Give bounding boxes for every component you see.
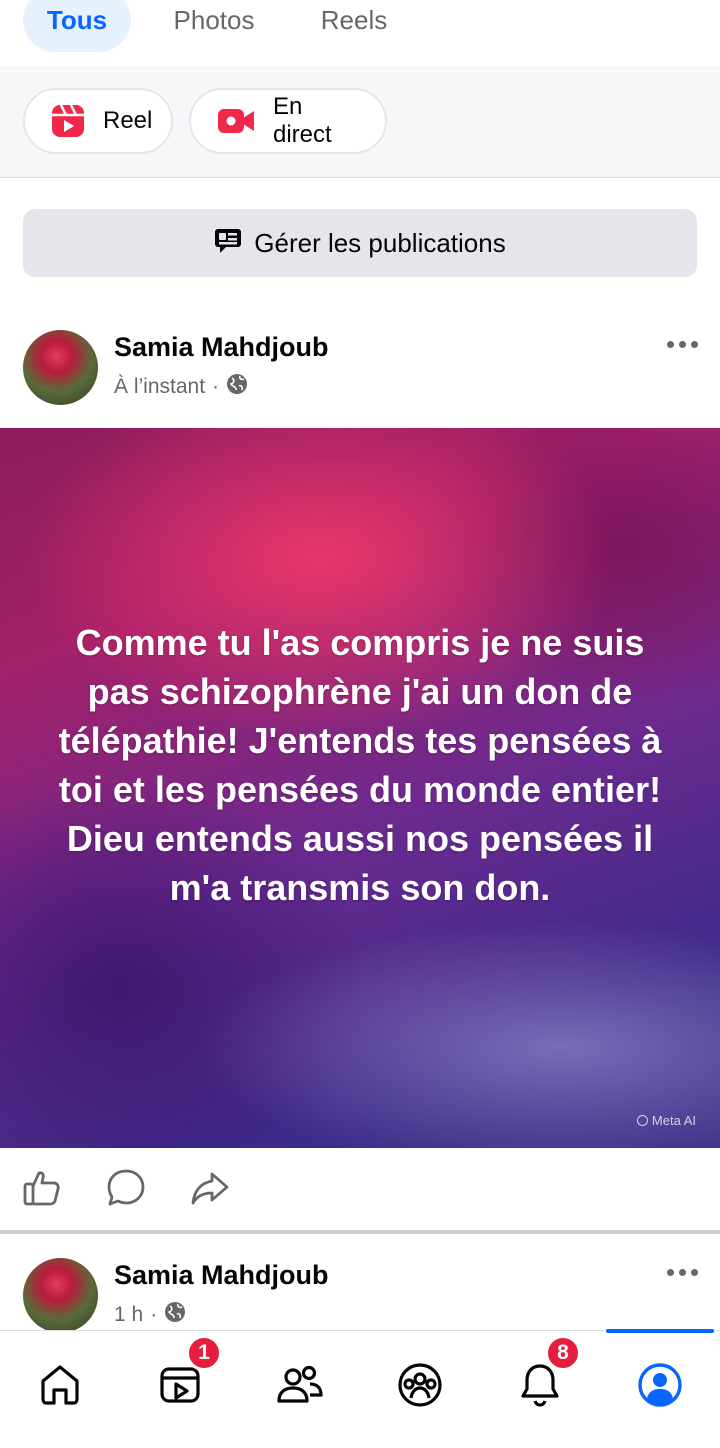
post-author[interactable]: Samia Mahdjoub <box>114 1260 329 1291</box>
groups-icon[interactable] <box>390 1355 450 1415</box>
post-actions <box>0 1148 720 1232</box>
comment-icon[interactable] <box>106 1168 146 1208</box>
friends-icon[interactable] <box>270 1355 330 1415</box>
like-icon[interactable] <box>22 1168 62 1208</box>
avatar[interactable] <box>23 330 98 405</box>
create-reel-button[interactable]: Reel <box>23 88 173 154</box>
active-tab-indicator <box>606 1329 714 1333</box>
tab-reels[interactable]: Reels <box>300 0 408 52</box>
tab-photos[interactable]: Photos <box>160 0 268 52</box>
create-bar: Reel En direct <box>0 66 720 178</box>
post-image[interactable]: Comme tu l'as compris je ne suis pas sch… <box>0 428 720 1148</box>
reel-icon <box>51 104 85 138</box>
go-live-button[interactable]: En direct <box>189 88 387 154</box>
create-reel-label: Reel <box>103 107 153 134</box>
globe-icon <box>164 1301 186 1329</box>
meta-separator: · <box>212 375 220 398</box>
notifications-badge: 8 <box>545 1335 581 1371</box>
share-icon[interactable] <box>190 1168 230 1208</box>
meta-ai-label: Meta AI <box>651 1113 696 1128</box>
post-options-button[interactable] <box>662 1262 702 1282</box>
globe-icon <box>226 373 248 401</box>
meta-separator: · <box>150 1303 158 1326</box>
post-options-button[interactable] <box>662 334 702 354</box>
post-time[interactable]: 1 h <box>114 1303 143 1327</box>
meta-ai-watermark: Meta AI <box>636 1113 696 1128</box>
bottom-nav: 1 8 <box>0 1329 720 1448</box>
avatar[interactable] <box>23 1258 98 1333</box>
post-header: Samia Mahdjoub 1 h · <box>0 1248 720 1338</box>
video-badge: 1 <box>186 1335 222 1371</box>
post-divider <box>0 1230 720 1234</box>
filter-tabs: Tous Photos Reels <box>0 0 720 66</box>
live-video-icon <box>217 106 255 136</box>
manage-posts-button[interactable]: Gérer les publications <box>23 209 697 277</box>
meta-ai-icon <box>636 1115 648 1126</box>
home-icon[interactable] <box>30 1355 90 1415</box>
profile-icon[interactable] <box>630 1355 690 1415</box>
post-meta: 1 h · <box>114 1301 186 1329</box>
post-author[interactable]: Samia Mahdjoub <box>114 332 329 363</box>
post-meta: À l’instant · <box>114 373 248 401</box>
manage-posts-label: Gérer les publications <box>254 227 506 258</box>
manage-posts-icon <box>214 226 242 261</box>
post-time[interactable]: À l’instant <box>114 375 205 399</box>
post-text: Comme tu l'as compris je ne suis pas sch… <box>58 622 662 908</box>
go-live-label: En direct <box>273 93 332 148</box>
post-header: Samia Mahdjoub À l’instant · <box>0 320 720 410</box>
tab-tous[interactable]: Tous <box>23 0 131 52</box>
